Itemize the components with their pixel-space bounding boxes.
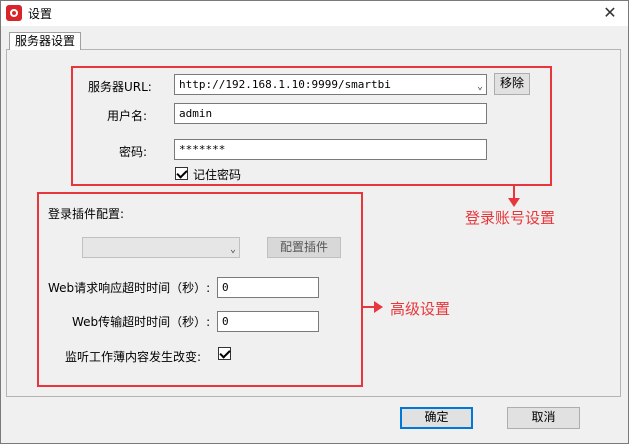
login-account-annotation: 登录账号设置 <box>465 209 556 227</box>
ok-button[interactable]: 确定 <box>400 407 473 429</box>
tab-server-settings[interactable]: 服务器设置 <box>9 32 82 50</box>
advanced-settings-highlight <box>37 192 363 387</box>
window-title: 设置 <box>28 7 53 21</box>
title-bar <box>0 0 629 26</box>
cancel-button[interactable]: 取消 <box>507 407 580 429</box>
login-account-highlight <box>71 66 552 186</box>
close-button[interactable]: ✕ <box>596 2 624 24</box>
advanced-annotation: 高级设置 <box>390 300 451 318</box>
app-logo-icon <box>6 5 22 21</box>
annotation-arrow-right-head <box>374 301 383 313</box>
annotation-arrow-down-head <box>508 198 520 207</box>
